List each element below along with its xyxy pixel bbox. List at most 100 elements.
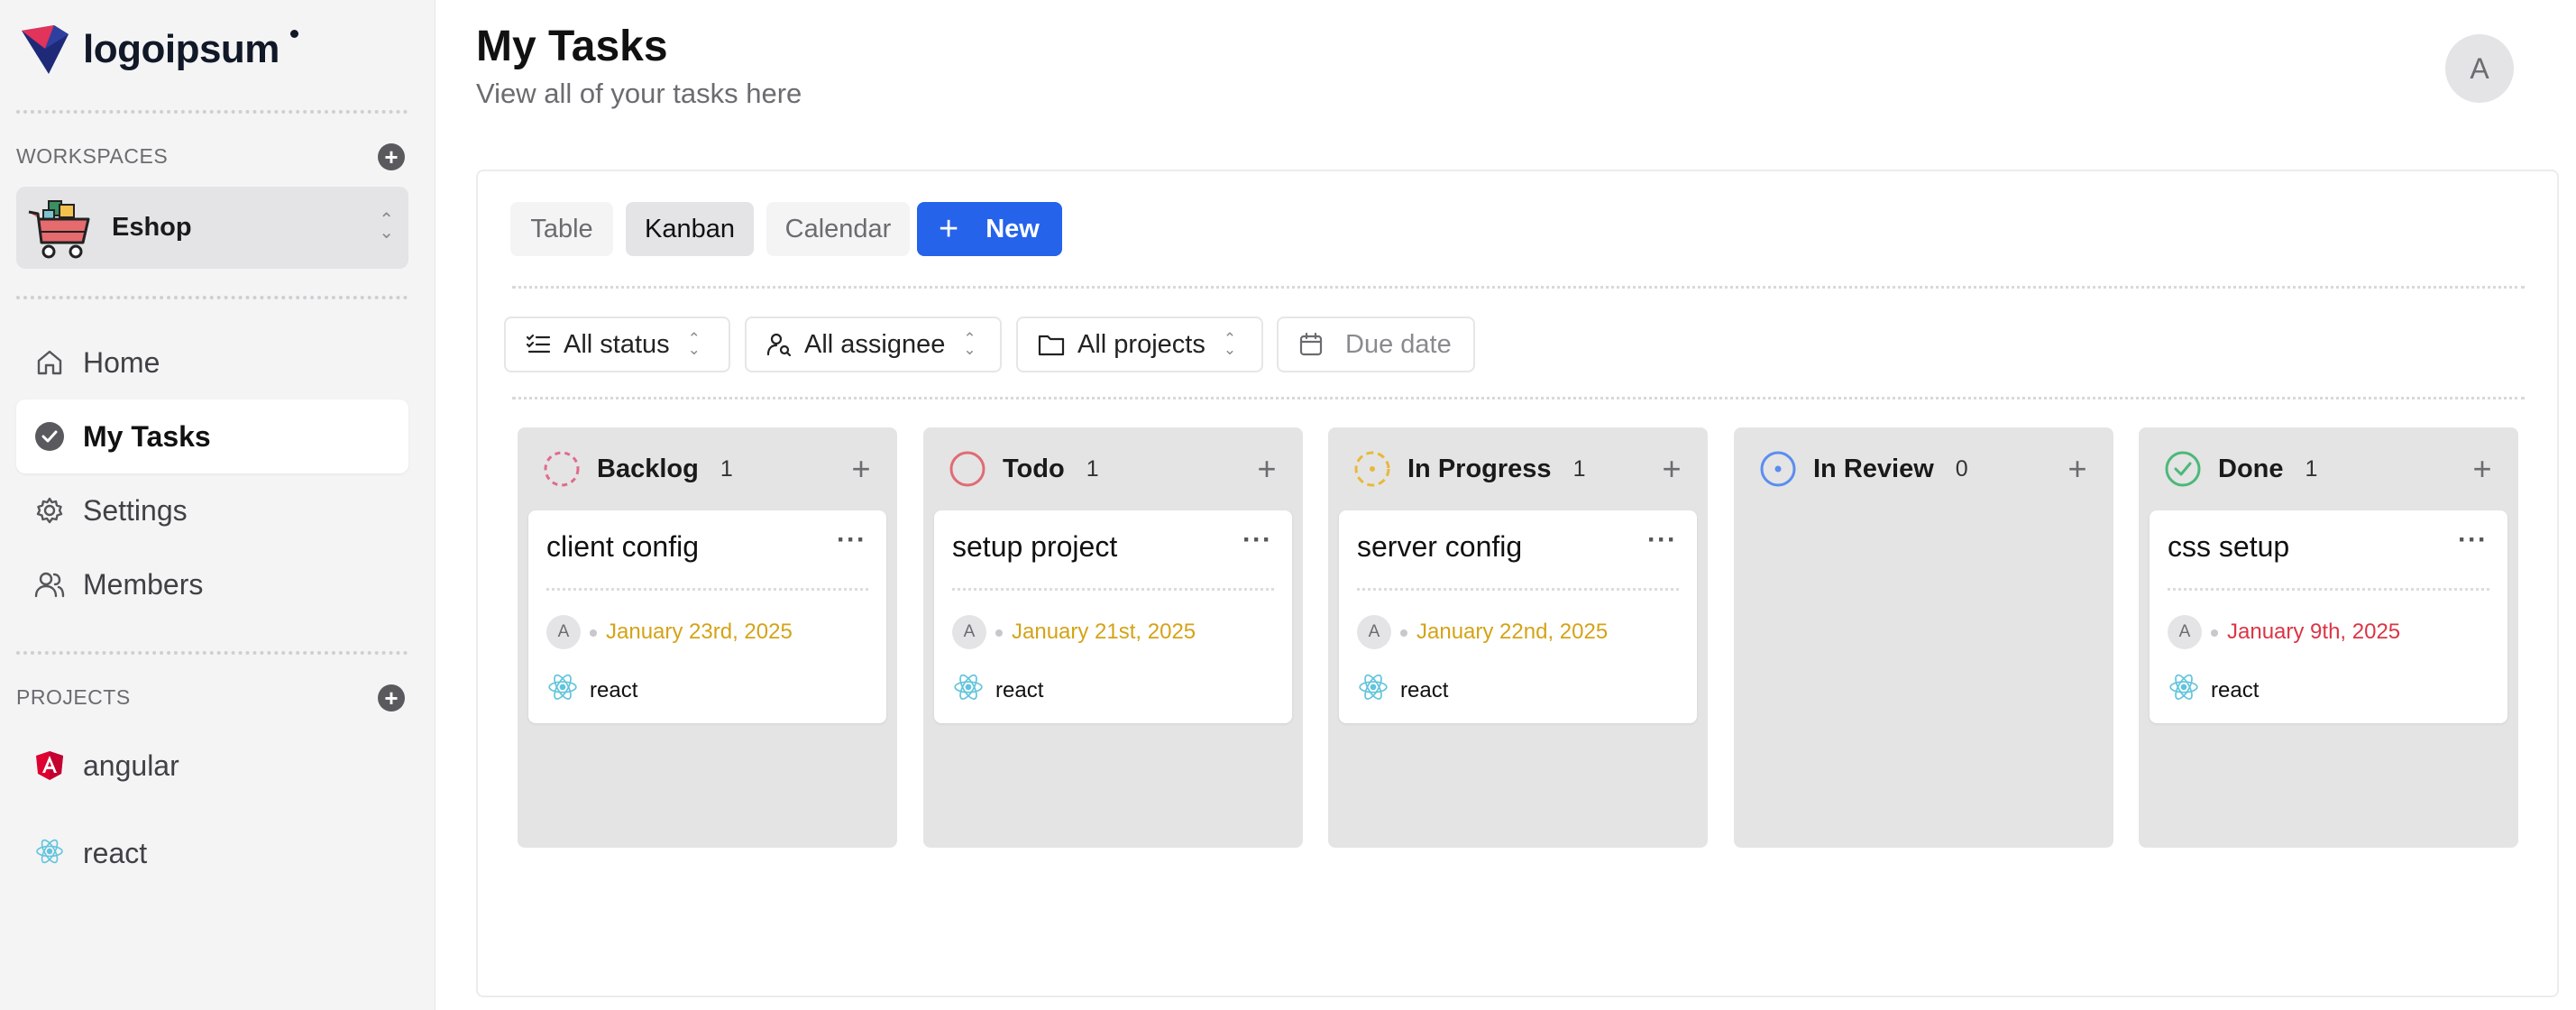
column-header: In Review 0 + — [1759, 449, 2095, 489]
react-icon — [954, 674, 983, 700]
card-due-date: January 22nd, 2025 — [1416, 620, 1609, 644]
backlog-status-icon — [544, 451, 580, 487]
nav-item-label: My Tasks — [83, 419, 211, 453]
projects-label: PROJECTS — [16, 685, 131, 709]
nav-item-label: Home — [83, 345, 160, 379]
nav-item-members[interactable]: Members — [16, 547, 408, 621]
card-title: server config — [1357, 530, 1523, 563]
done-status-icon — [2165, 451, 2201, 487]
angular-icon — [34, 750, 65, 781]
sidebar: logoipsum WORKSPACES + Eshop ⌃ ⌄ Home My … — [0, 0, 435, 1010]
logo-text: logoipsum — [83, 27, 280, 71]
task-card[interactable]: client config ··· A January 23rd, 2025 r… — [528, 510, 886, 723]
card-project: react — [1400, 678, 1449, 702]
new-task-button[interactable]: + New — [917, 202, 1062, 256]
tab-calendar[interactable]: Calendar — [766, 202, 910, 256]
list-check-icon — [526, 334, 551, 354]
column-header: Done 1 + — [2164, 449, 2500, 489]
more-icon[interactable]: ··· — [1242, 525, 1272, 556]
user-avatar[interactable]: A — [2445, 34, 2514, 103]
react-icon — [34, 838, 65, 868]
assignee-filter-label: All assignee — [804, 329, 946, 359]
nav-item-home[interactable]: Home — [16, 326, 408, 399]
column-title: Todo — [1003, 454, 1065, 483]
column-count: 0 — [1955, 455, 1968, 482]
more-icon[interactable]: ··· — [1647, 525, 1677, 556]
more-icon[interactable]: ··· — [837, 525, 866, 556]
add-card-button[interactable]: + — [1249, 449, 1285, 489]
check-circle-icon — [34, 421, 65, 452]
separator-dot — [590, 629, 597, 637]
separator-dot — [995, 629, 1003, 637]
column-count: 1 — [720, 455, 733, 482]
column-title: In Progress — [1407, 454, 1552, 483]
divider — [546, 588, 868, 591]
folder-icon — [1038, 335, 1065, 356]
status-filter[interactable]: All status ⌃ ⌄ — [504, 317, 730, 372]
assignee-filter[interactable]: All assignee ⌃ ⌄ — [745, 317, 1002, 372]
calendar-icon — [1299, 332, 1323, 356]
divider — [952, 588, 1274, 591]
tab-table[interactable]: Table — [510, 202, 613, 256]
more-icon[interactable]: ··· — [2458, 525, 2488, 556]
card-due-date: January 21st, 2025 — [1012, 620, 1196, 644]
card-project: react — [2211, 678, 2260, 702]
chevron-up-down-icon: ⌃ ⌄ — [379, 210, 394, 243]
divider — [16, 110, 408, 114]
add-project-button[interactable]: + — [378, 684, 405, 712]
column-header: Todo 1 + — [949, 449, 1285, 489]
tab-kanban[interactable]: Kanban — [626, 202, 754, 256]
assignee-avatar: A — [952, 615, 986, 649]
task-card[interactable]: setup project ··· A January 21st, 2025 r… — [934, 510, 1292, 723]
due-date-filter-label: Due date — [1345, 329, 1452, 359]
divider — [2168, 588, 2489, 591]
todo-status-icon — [949, 451, 985, 487]
logo-dot — [289, 29, 298, 38]
workspace-switcher[interactable]: Eshop ⌃ ⌄ — [16, 187, 408, 269]
project-label: react — [83, 836, 148, 869]
card-project: react — [995, 678, 1044, 702]
column-count: 1 — [1572, 455, 1586, 482]
logo[interactable]: logoipsum — [18, 22, 298, 78]
chevron-up-down-icon: ⌃ ⌄ — [687, 330, 701, 358]
add-card-button[interactable]: + — [2464, 449, 2500, 489]
project-item-react[interactable]: react — [16, 822, 408, 885]
separator-dot — [1400, 629, 1407, 637]
column-header: Backlog 1 + — [543, 449, 879, 489]
add-workspace-button[interactable]: + — [378, 143, 405, 170]
nav-item-my-tasks[interactable]: My Tasks — [16, 399, 408, 473]
divider — [1357, 588, 1679, 591]
project-item-angular[interactable]: angular — [16, 734, 408, 797]
column-in-review: In Review 0 + — [1734, 427, 2113, 848]
card-title: setup project — [952, 530, 1118, 563]
project-label: angular — [83, 748, 179, 782]
nav-item-label: Members — [83, 567, 204, 601]
column-todo: Todo 1 + setup project ··· A January 21s… — [923, 427, 1303, 848]
workspaces-label: WORKSPACES — [16, 144, 169, 168]
gear-icon — [34, 495, 65, 526]
add-card-button[interactable]: + — [2059, 449, 2095, 489]
task-card[interactable]: server config ··· A January 22nd, 2025 r… — [1339, 510, 1697, 723]
divider — [512, 397, 2525, 399]
card-title: client config — [546, 530, 699, 563]
separator-dot — [2211, 629, 2218, 637]
chevron-up-down-icon: ⌃ ⌄ — [1223, 330, 1237, 358]
workspace-name: Eshop — [112, 213, 192, 242]
add-card-button[interactable]: + — [843, 449, 879, 489]
projects-filter[interactable]: All projects ⌃ ⌄ — [1016, 317, 1263, 372]
divider — [512, 286, 2525, 289]
task-card[interactable]: css setup ··· A January 9th, 2025 react — [2150, 510, 2507, 723]
column-count: 1 — [1086, 455, 1099, 482]
divider — [16, 296, 408, 299]
column-count: 1 — [2305, 455, 2318, 482]
column-done: Done 1 + css setup ··· A January 9th, 20… — [2139, 427, 2518, 848]
divider — [16, 651, 408, 655]
add-card-button[interactable]: + — [1654, 449, 1690, 489]
due-date-filter[interactable]: Due date — [1277, 317, 1475, 372]
chevron-up-down-icon: ⌃ ⌄ — [963, 330, 976, 358]
nav-item-settings[interactable]: Settings — [16, 473, 408, 547]
react-icon — [548, 674, 577, 700]
card-due-date: January 23rd, 2025 — [606, 620, 793, 644]
new-button-label: New — [985, 214, 1040, 243]
column-title: In Review — [1813, 454, 1934, 483]
